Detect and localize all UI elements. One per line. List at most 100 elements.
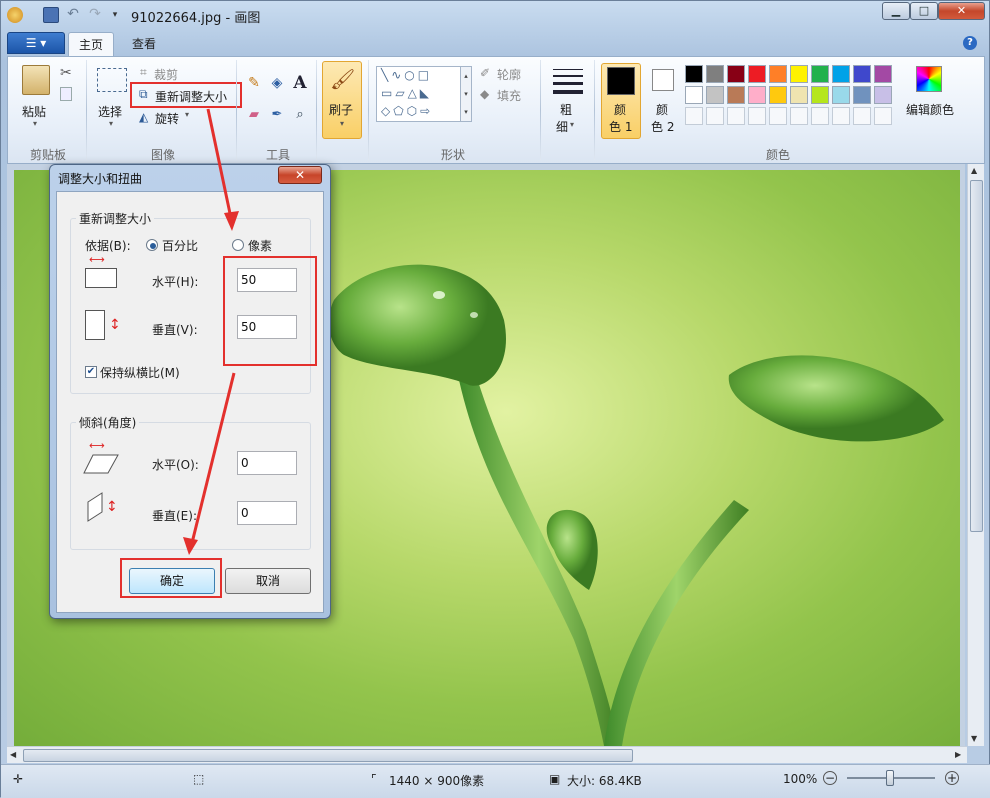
outline-icon[interactable]: ✐: [480, 66, 490, 80]
palette-color-swatch[interactable]: [685, 86, 703, 104]
zoom-slider-thumb[interactable]: [886, 770, 894, 786]
scroll-down-arrow[interactable]: ▼: [971, 734, 977, 743]
size-label-thick[interactable]: 粗: [560, 101, 572, 118]
pencil-icon[interactable]: ✎: [244, 75, 264, 95]
file-menu-button[interactable]: ☰ ▾: [7, 32, 65, 54]
color2-swatch[interactable]: [652, 69, 674, 91]
paste-icon[interactable]: [22, 65, 50, 95]
skew-horizontal-input[interactable]: [237, 451, 297, 475]
palette-color-swatch[interactable]: [685, 65, 703, 83]
palette-color-swatch[interactable]: [811, 86, 829, 104]
scroll-right-arrow[interactable]: ▶: [955, 750, 961, 759]
palette-color-swatch[interactable]: [706, 65, 724, 83]
select-button[interactable]: 选择: [98, 103, 122, 120]
keep-ratio-checkbox[interactable]: ✔: [85, 366, 97, 378]
palette-color-swatch[interactable]: [790, 86, 808, 104]
minimize-button[interactable]: ▁: [882, 2, 910, 20]
maximize-button[interactable]: □: [910, 2, 938, 20]
crop-icon[interactable]: ⌗: [140, 65, 147, 80]
palette-custom-slot[interactable]: [706, 107, 724, 125]
shape-polygon-icon[interactable]: ▭▱△◣: [381, 86, 432, 100]
fill-button[interactable]: 填充: [497, 87, 521, 104]
size-label-thin[interactable]: 细: [556, 118, 568, 135]
palette-custom-slot[interactable]: [748, 107, 766, 125]
tab-home[interactable]: 主页: [68, 32, 115, 56]
text-tool-icon[interactable]: A: [290, 73, 310, 93]
zoom-in-button[interactable]: +: [945, 771, 959, 785]
palette-custom-slot[interactable]: [811, 107, 829, 125]
palette-custom-slot[interactable]: [832, 107, 850, 125]
image-dimensions-icon: ⌜: [371, 772, 377, 786]
resize-button[interactable]: 重新调整大小: [155, 88, 227, 105]
paint-app-icon[interactable]: [7, 7, 23, 23]
palette-custom-slot[interactable]: [727, 107, 745, 125]
horizontal-scroll-thumb[interactable]: [23, 749, 633, 762]
palette-color-swatch[interactable]: [790, 65, 808, 83]
palette-color-swatch[interactable]: [832, 86, 850, 104]
scroll-left-arrow[interactable]: ◀: [10, 750, 16, 759]
palette-color-swatch[interactable]: [874, 86, 892, 104]
edit-colors-button[interactable]: 编辑颜色: [906, 101, 954, 118]
palette-custom-slot[interactable]: [790, 107, 808, 125]
fill-icon[interactable]: ◆: [480, 87, 489, 101]
customize-toolbar-icon[interactable]: ▾: [107, 7, 123, 23]
horizontal-scrollbar[interactable]: ◀ ▶: [7, 746, 967, 763]
color-picker-icon[interactable]: ✒: [267, 107, 287, 125]
size-icon[interactable]: [553, 69, 583, 99]
palette-color-swatch[interactable]: [706, 86, 724, 104]
scroll-up-arrow[interactable]: ▲: [971, 166, 977, 175]
skew-vertical-input[interactable]: [237, 501, 297, 525]
pixels-label[interactable]: 像素: [248, 237, 272, 254]
cut-icon[interactable]: ✂: [60, 65, 72, 81]
undo-icon[interactable]: ↶: [65, 7, 81, 23]
percent-radio[interactable]: [146, 239, 158, 251]
close-button[interactable]: ✕: [938, 2, 985, 20]
edit-colors-icon[interactable]: [916, 66, 942, 92]
palette-color-swatch[interactable]: [727, 86, 745, 104]
outline-button[interactable]: 轮廓: [497, 66, 521, 83]
tab-view[interactable]: 查看: [122, 32, 166, 56]
zoom-out-button[interactable]: −: [823, 771, 837, 785]
cancel-button[interactable]: 取消: [225, 568, 311, 594]
magnifier-icon[interactable]: ⌕: [290, 107, 310, 125]
palette-color-swatch[interactable]: [727, 65, 745, 83]
pixels-radio[interactable]: [232, 239, 244, 251]
palette-color-swatch[interactable]: [811, 65, 829, 83]
shapes-gallery[interactable]: ╲∿○□ ▭▱△◣ ◇⬠⬡⇨: [376, 66, 472, 122]
palette-color-swatch[interactable]: [748, 65, 766, 83]
palette-color-swatch[interactable]: [853, 65, 871, 83]
copy-icon[interactable]: [60, 87, 72, 101]
save-icon[interactable]: [43, 7, 59, 23]
resize-icon[interactable]: ⧉: [139, 87, 148, 102]
crop-button[interactable]: 裁剪: [154, 66, 178, 83]
ok-button[interactable]: 确定: [129, 568, 215, 594]
palette-color-swatch[interactable]: [769, 86, 787, 104]
fill-bucket-icon[interactable]: ◈: [267, 75, 287, 95]
paste-button[interactable]: 粘贴: [22, 103, 46, 120]
palette-color-swatch[interactable]: [853, 86, 871, 104]
redo-icon[interactable]: ↷: [87, 7, 103, 23]
palette-color-swatch[interactable]: [769, 65, 787, 83]
shapes-gallery-scroll[interactable]: ▴ ▾ ▾: [460, 66, 472, 122]
shape-line-icon[interactable]: ╲∿○□: [381, 68, 432, 82]
palette-color-swatch[interactable]: [832, 65, 850, 83]
dialog-close-button[interactable]: ✕: [278, 166, 322, 184]
rotate-button[interactable]: 旋转: [155, 110, 179, 127]
rotate-icon[interactable]: ◭: [139, 110, 148, 124]
color2-label-a[interactable]: 颜: [656, 101, 668, 118]
color2-label-b[interactable]: 色 2: [651, 118, 674, 135]
select-icon[interactable]: [97, 68, 127, 92]
palette-custom-slot[interactable]: [769, 107, 787, 125]
vertical-scrollbar[interactable]: ▲ ▼: [967, 164, 984, 746]
keep-ratio-label[interactable]: 保持纵横比(M): [100, 364, 180, 381]
palette-color-swatch[interactable]: [874, 65, 892, 83]
palette-color-swatch[interactable]: [748, 86, 766, 104]
vertical-scroll-thumb[interactable]: [970, 180, 983, 532]
help-icon[interactable]: ?: [963, 36, 977, 50]
percent-label[interactable]: 百分比: [162, 237, 198, 254]
palette-custom-slot[interactable]: [874, 107, 892, 125]
shape-diamond-icon[interactable]: ◇⬠⬡⇨: [381, 104, 433, 118]
eraser-icon[interactable]: ▰: [244, 107, 264, 125]
palette-custom-slot[interactable]: [685, 107, 703, 125]
palette-custom-slot[interactable]: [853, 107, 871, 125]
